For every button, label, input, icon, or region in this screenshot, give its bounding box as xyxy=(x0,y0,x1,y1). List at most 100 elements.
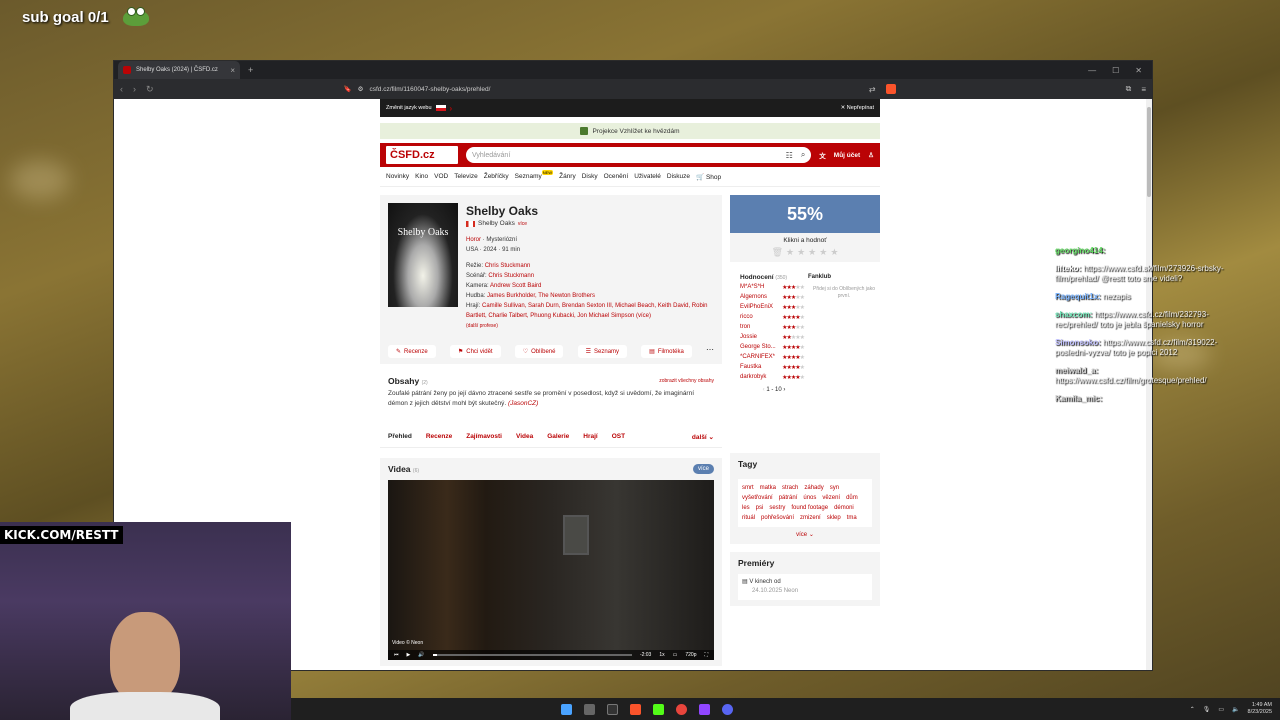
show-all-plots-link[interactable]: zobrazit všechny obsahy xyxy=(659,378,714,384)
rating-user-name[interactable]: EvilPhoEniX xyxy=(740,304,773,311)
chat-username[interactable]: georgino414: xyxy=(1055,246,1105,255)
plot-author-link[interactable]: (JasonCZ) xyxy=(508,400,538,407)
translate-site-icon[interactable]: 文 xyxy=(819,150,826,160)
chat-username[interactable]: meiwald_a: xyxy=(1055,366,1098,375)
volume-icon[interactable]: 🔈 xyxy=(1232,706,1239,713)
app-icon[interactable] xyxy=(607,703,618,715)
tag-link[interactable]: les xyxy=(742,505,750,511)
tag-link[interactable]: vězení xyxy=(822,495,840,501)
rating-user-name[interactable]: ricco xyxy=(740,314,753,321)
filter-icon[interactable]: ☷ xyxy=(786,151,793,160)
rate-stars[interactable]: 🗑 ★ ★ ★ ★ ★ xyxy=(734,247,876,258)
tab-ost[interactable]: OST xyxy=(612,433,625,441)
promo-banner[interactable]: Projekce Vzhlížet ke hvězdám xyxy=(380,123,880,139)
tag-link[interactable]: sestry xyxy=(769,505,785,511)
chat-username[interactable]: Kamila_mic: xyxy=(1055,394,1102,403)
rating-user-name[interactable]: Jossie xyxy=(740,334,757,341)
genre-link[interactable]: Mysteriózní xyxy=(486,237,517,243)
tag-link[interactable]: psi xyxy=(756,505,764,511)
tags-more-link[interactable]: více ⌄ xyxy=(738,531,872,538)
user-rating-row[interactable]: *CARNIFEX* ★★★★★ xyxy=(740,354,808,361)
nav-seznamy[interactable]: SeznamyNEW xyxy=(515,170,554,180)
video-player[interactable]: Video © Neon ⏮ ▶ 🔊 -2:03 1x ▭ 720p ⛶ xyxy=(388,480,714,660)
playback-speed[interactable]: 1x xyxy=(659,652,664,658)
nav-vod[interactable]: VOD xyxy=(434,173,448,180)
nav-novinky[interactable]: Novinky xyxy=(386,173,409,180)
videos-more-button[interactable]: více xyxy=(692,464,714,474)
nav-disky[interactable]: Disky xyxy=(582,173,598,180)
tag-link[interactable]: záhady xyxy=(804,485,823,491)
user-rating-row[interactable]: tron ★★★★★ xyxy=(740,324,808,331)
star-icon[interactable]: ★ xyxy=(819,247,827,258)
chat-username[interactable]: lifteko: xyxy=(1055,264,1081,273)
user-rating-row[interactable]: Faustka ★★★★★ xyxy=(740,364,808,371)
tag-link[interactable]: sklep xyxy=(827,515,841,521)
scroll-thumb[interactable] xyxy=(1147,107,1151,197)
nav-uzivatele[interactable]: Uživatelé xyxy=(634,173,661,180)
user-rating-row[interactable]: Algernons ★★★★★ xyxy=(740,294,808,301)
translate-icon[interactable]: ⇄ xyxy=(869,85,876,94)
chat-username[interactable]: Simonsoko: xyxy=(1055,338,1101,347)
bookmark-icon[interactable]: 🔖 xyxy=(344,85,352,93)
microphone-icon[interactable]: 🎙 xyxy=(1203,706,1211,713)
alt-title-more-link[interactable]: více xyxy=(518,219,527,229)
chevron-right-icon[interactable]: › xyxy=(450,104,453,113)
chevron-up-icon[interactable]: ⌃ xyxy=(1190,706,1195,713)
star-icon[interactable]: ★ xyxy=(797,247,805,258)
language-close-button[interactable]: ✕ Nepřepínat xyxy=(841,105,874,111)
nav-shop[interactable]: 🛒 Shop xyxy=(696,173,721,181)
user-rating-row[interactable]: M*A*S*H ★★★★★ xyxy=(740,284,808,291)
menu-icon[interactable]: ≡ xyxy=(1141,85,1146,94)
pip-icon[interactable]: ▭ xyxy=(673,652,678,658)
reviews-button[interactable]: ✎ Recenze xyxy=(388,345,436,358)
cast-more-link[interactable]: (více) xyxy=(636,313,651,319)
tab-zajimavosti[interactable]: Zajímavosti xyxy=(466,433,502,441)
user-rating-row[interactable]: George Sto... ★★★★★ xyxy=(740,344,808,351)
tab-videa[interactable]: Videa xyxy=(516,433,533,441)
film-poster[interactable]: Shelby Oaks xyxy=(388,203,458,307)
volume-icon[interactable]: 🔊 xyxy=(418,652,424,658)
search-icon[interactable]: ⌕ xyxy=(801,150,805,160)
brave-browser-icon[interactable] xyxy=(630,703,641,715)
lists-button[interactable]: ☰ Seznamy xyxy=(577,345,628,358)
tag-link[interactable]: únos xyxy=(803,495,816,501)
rating-user-name[interactable]: darkrobyk xyxy=(740,374,766,381)
rating-user-name[interactable]: *CARNIFEX* xyxy=(740,354,775,361)
nav-diskuze[interactable]: Diskuze xyxy=(667,173,690,180)
film-library-button[interactable]: ▤ Filmotéka xyxy=(641,345,692,358)
nav-oceneni[interactable]: Ocenění xyxy=(604,173,629,180)
star-icon[interactable]: ★ xyxy=(808,247,816,258)
url-field[interactable]: 🔖 ⚙ csfd.cz/film/1160047-shelby-oaks/pre… xyxy=(344,85,859,94)
close-icon[interactable]: × xyxy=(230,66,235,75)
favorites-button[interactable]: ♡ Oblíbené xyxy=(514,345,564,358)
tag-link[interactable]: smrt xyxy=(742,485,754,491)
kick-app-icon[interactable] xyxy=(653,703,664,715)
user-rating-row[interactable]: Jossie ★★★★★ xyxy=(740,334,808,341)
rating-user-name[interactable]: George Sto... xyxy=(740,344,776,351)
tag-link[interactable]: found footage xyxy=(791,505,828,511)
quality-selector[interactable]: 720p xyxy=(685,652,696,658)
video-progress-bar[interactable] xyxy=(432,654,632,656)
discord-icon[interactable] xyxy=(722,703,733,715)
nav-zanry[interactable]: Žánry xyxy=(559,173,576,180)
close-window-icon[interactable]: ✕ xyxy=(1135,66,1142,75)
trash-icon[interactable]: 🗑 xyxy=(772,247,783,258)
chrome-icon[interactable] xyxy=(676,703,687,715)
user-rating-row[interactable]: ricco ★★★★★ xyxy=(740,314,808,321)
extensions-icon[interactable]: ⧉ xyxy=(1126,84,1132,94)
back-icon[interactable]: ‹ xyxy=(120,84,123,94)
site-info-icon[interactable]: ⚙ xyxy=(358,85,364,93)
tab-prehled[interactable]: Přehled xyxy=(388,433,412,441)
csfd-logo[interactable]: ČSFD.cz xyxy=(386,146,458,164)
forward-icon[interactable]: › xyxy=(133,84,136,94)
rating-user-name[interactable]: M*A*S*H xyxy=(740,284,764,291)
skip-back-icon[interactable]: ⏮ xyxy=(394,652,399,658)
tag-link[interactable]: strach xyxy=(782,485,798,491)
tag-link[interactable]: pohřešování xyxy=(761,515,794,521)
app-icon[interactable] xyxy=(584,703,595,715)
tag-link[interactable]: pátrání xyxy=(779,495,798,501)
play-icon[interactable]: ▶ xyxy=(407,652,411,658)
clock[interactable]: 1:49 AM 8/23/2025 xyxy=(1248,702,1272,716)
nav-kino[interactable]: Kino xyxy=(415,173,428,180)
search-input[interactable]: Vyhledávání ☷ ⌕ xyxy=(466,147,812,163)
